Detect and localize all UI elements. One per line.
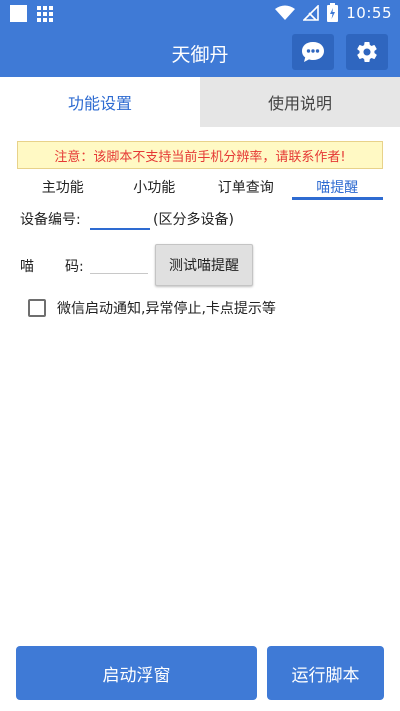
status-time: 10:55 <box>346 3 392 22</box>
wechat-notify-option[interactable]: 微信启动通知,异常停止,卡点提示等 <box>28 298 276 318</box>
wifi-icon <box>275 5 296 20</box>
status-left <box>10 5 53 22</box>
subtab-meow-reminder[interactable]: 喵提醒 <box>291 175 384 201</box>
battery-charging-icon <box>327 3 339 22</box>
meow-code-label-char1: 喵 <box>20 259 34 275</box>
grid-app-icon <box>37 5 53 22</box>
run-script-button[interactable]: 运行脚本 <box>267 646 384 700</box>
sub-tabs: 主功能 小功能 订单查询 喵提醒 <box>17 175 383 201</box>
subtab-main-function[interactable]: 主功能 <box>17 175 109 201</box>
status-bar: 10:55 <box>0 0 400 27</box>
meow-code-input[interactable] <box>90 252 148 274</box>
tab-instructions[interactable]: 使用说明 <box>200 77 400 127</box>
tab-settings[interactable]: 功能设置 <box>0 77 200 127</box>
no-signal-icon <box>303 4 320 21</box>
wechat-notify-checkbox[interactable] <box>28 299 46 317</box>
device-number-hint: (区分多设备) <box>153 212 234 228</box>
gear-icon <box>357 42 377 63</box>
chat-icon <box>302 42 324 62</box>
subtab-small-function[interactable]: 小功能 <box>109 175 201 201</box>
app-bar: 天御丹 <box>0 27 400 77</box>
resolution-warning: 注意：该脚本不支持当前手机分辨率，请联系作者! <box>17 141 383 169</box>
wechat-notify-label: 微信启动通知,异常停止,卡点提示等 <box>57 301 276 317</box>
app-title: 天御丹 <box>171 44 229 66</box>
main-tabs: 功能设置 使用说明 <box>0 77 400 127</box>
status-right: 10:55 <box>275 3 392 22</box>
start-floating-window-button[interactable]: 启动浮窗 <box>16 646 257 700</box>
subtab-order-query[interactable]: 订单查询 <box>200 175 292 201</box>
device-number-input[interactable] <box>90 208 150 230</box>
device-number-label: 设备编号: <box>20 212 81 228</box>
meow-code-label-char2: 码: <box>65 259 84 275</box>
notification-square-icon <box>10 5 27 22</box>
test-meow-reminder-button[interactable]: 测试喵提醒 <box>155 244 253 286</box>
chat-button[interactable] <box>292 34 334 70</box>
settings-button[interactable] <box>346 34 388 70</box>
